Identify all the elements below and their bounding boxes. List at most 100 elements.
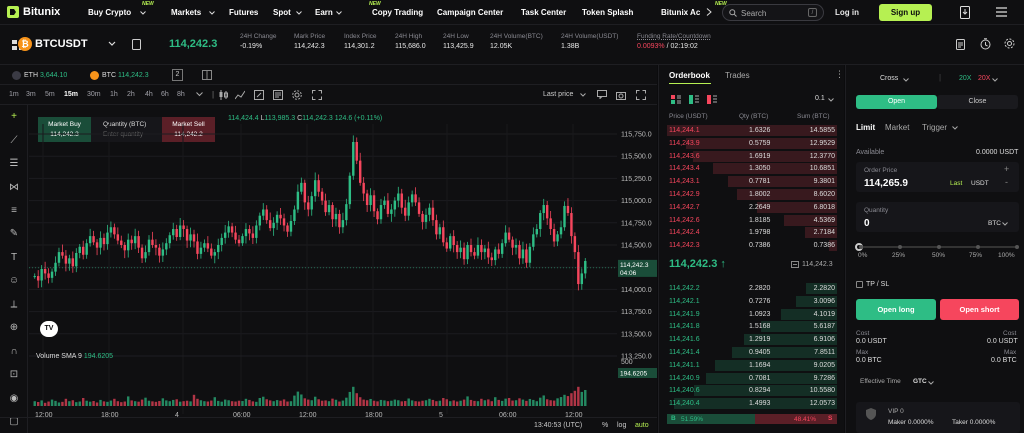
- settings-icon[interactable]: [1004, 38, 1015, 49]
- ask-row[interactable]: 114,242.7 2.2649 6.8018: [659, 201, 845, 214]
- ask-row[interactable]: 114,242.9 1.8002 8.6020: [659, 189, 845, 201]
- nav-chevron-icon[interactable]: [336, 11, 342, 15]
- tab-open[interactable]: Open: [856, 95, 937, 109]
- zoom-in-icon[interactable]: ⊕: [7, 321, 21, 335]
- nav-chevron-icon[interactable]: [140, 11, 146, 15]
- nav-item-8[interactable]: Token Splash: [582, 8, 633, 17]
- timeframe-5m[interactable]: 5m: [45, 91, 55, 98]
- timeframe-30m[interactable]: 30m: [87, 91, 101, 98]
- eth-ticker-label[interactable]: ETH: [24, 72, 38, 79]
- quantity-field[interactable]: Quantity 0 BTC: [856, 202, 1019, 232]
- timeframe-1m[interactable]: 1m: [9, 91, 19, 98]
- bid-row[interactable]: 114,241.9 1.0923 4.1019: [659, 308, 845, 321]
- chart-settings-icon[interactable]: [292, 90, 302, 100]
- book-asks-icon[interactable]: [707, 95, 717, 104]
- order-type-trigger[interactable]: Trigger: [922, 123, 947, 132]
- fullscreen-icon[interactable]: [312, 90, 322, 100]
- chart-fullscreen-icon[interactable]: [636, 90, 646, 100]
- timeframe-8h[interactable]: 8h: [177, 91, 185, 98]
- bid-row[interactable]: 114,241.6 1.2919 6.9106: [659, 334, 845, 346]
- slider-mark[interactable]: 25%: [892, 252, 905, 259]
- template-icon[interactable]: [273, 90, 283, 100]
- percent-toggle[interactable]: %: [602, 422, 608, 429]
- ask-row[interactable]: 114,243.9 0.5759 12.9529: [659, 137, 845, 150]
- bid-row[interactable]: 114,241.1 1.1694 9.0205: [659, 359, 845, 372]
- ask-row[interactable]: 114,242.6 1.8185 4.5369: [659, 214, 845, 227]
- funding-stat[interactable]: Funding Rate/Countdown 0.0093% / 02:19:0…: [637, 33, 711, 50]
- bid-row[interactable]: 114,242.1 0.7276 3.0096: [659, 295, 845, 308]
- effective-time-chevron-icon[interactable]: [928, 381, 934, 385]
- tab-orderbook[interactable]: Orderbook: [669, 71, 710, 80]
- order-type-market[interactable]: Market: [885, 123, 909, 132]
- nav-item-7[interactable]: Task Center: [521, 8, 566, 17]
- nav-item-4[interactable]: Earn: [315, 8, 333, 17]
- bid-row[interactable]: 114,241.4 0.9405 7.8511: [659, 347, 845, 359]
- nav-item-3[interactable]: Spot: [273, 8, 291, 17]
- nav-item-0[interactable]: Buy Crypto: [88, 8, 131, 17]
- crosshair-icon[interactable]: +: [7, 110, 21, 124]
- brand-logo[interactable]: Bitunix: [6, 5, 60, 19]
- price-increment-button[interactable]: +: [1004, 164, 1009, 174]
- log-toggle[interactable]: log: [617, 422, 626, 429]
- effective-time-selector[interactable]: GTC: [913, 378, 927, 385]
- nav-chevron-icon[interactable]: [209, 11, 215, 15]
- quantity-unit[interactable]: BTC: [988, 220, 1001, 227]
- precision-chevron-icon[interactable]: [828, 98, 834, 102]
- layout-icon[interactable]: [202, 70, 212, 80]
- order-type-limit[interactable]: Limit: [856, 123, 875, 132]
- emoji-icon[interactable]: ☺: [7, 274, 21, 288]
- symbol-selector[interactable]: BTCUSDT: [35, 38, 88, 50]
- eye-icon[interactable]: ◉: [7, 392, 21, 406]
- ask-row[interactable]: 114,242.4 1.9798 2.7184: [659, 227, 845, 239]
- nav-item-1[interactable]: Markets: [171, 8, 201, 17]
- price-chart[interactable]: 115,750.0 115,500.0 115,250.0 115,000.0 114,…: [29, 106, 657, 418]
- login-link[interactable]: Log in: [835, 8, 859, 17]
- search-input[interactable]: Search /: [722, 4, 824, 21]
- tpsl-checkbox[interactable]: [856, 281, 863, 288]
- margin-mode-selector[interactable]: Cross: [880, 75, 898, 82]
- leverage-chevron-icon[interactable]: [992, 78, 998, 82]
- timeframe-2h[interactable]: 2h: [127, 91, 135, 98]
- camera-icon[interactable]: [616, 90, 626, 100]
- quantity-unit-chevron-icon[interactable]: [1002, 222, 1008, 226]
- last-price-button[interactable]: Last: [950, 180, 962, 187]
- book-both-icon[interactable]: [671, 95, 681, 104]
- pattern-icon[interactable]: ⋈: [7, 181, 21, 195]
- ask-row[interactable]: 114,243.4 1.3050 10.6851: [659, 163, 845, 175]
- chart-count-badge[interactable]: 2: [172, 69, 183, 81]
- bid-row[interactable]: 114,240.4 1.4993 12.0573: [659, 398, 845, 410]
- brush-icon[interactable]: ✎: [7, 227, 21, 241]
- open-short-button[interactable]: Open short: [940, 299, 1019, 320]
- timer-icon[interactable]: [980, 38, 991, 50]
- candle-type-icon[interactable]: [219, 90, 228, 100]
- book-bids-icon[interactable]: [689, 95, 699, 104]
- nav-item-9[interactable]: Bitunix Ac: [661, 8, 700, 17]
- nav-item-5[interactable]: Copy Trading: [372, 8, 423, 17]
- bid-row[interactable]: 114,241.8 1.5168 5.6187: [659, 321, 845, 333]
- timeframe-more-icon[interactable]: [196, 92, 203, 97]
- ask-row[interactable]: 114,242.3 0.7386 0.7386: [659, 240, 845, 252]
- lock-icon[interactable]: ⊡: [7, 368, 21, 382]
- price-mode-chevron-icon[interactable]: [580, 93, 586, 97]
- timeframe-3m[interactable]: 3m: [26, 91, 36, 98]
- nav-chevron-icon[interactable]: [296, 11, 302, 15]
- quantity-slider[interactable]: [855, 243, 1019, 251]
- menu-icon[interactable]: [996, 7, 1007, 17]
- copy-icon[interactable]: [132, 39, 141, 50]
- leverage-short[interactable]: 20X: [978, 75, 990, 82]
- ask-row[interactable]: 114,243.6 1.6919 12.3770: [659, 150, 845, 163]
- notes-icon[interactable]: [956, 39, 965, 50]
- magnet-icon[interactable]: ∩: [7, 345, 21, 359]
- bid-row[interactable]: 114,240.6 0.8294 10.5580: [659, 385, 845, 397]
- tab-close[interactable]: Close: [937, 95, 1018, 109]
- order-price-field[interactable]: Order Price 114,265.9 Last USDT + -: [856, 162, 1019, 192]
- fib-icon[interactable]: ≡: [7, 204, 21, 218]
- nav-item-6[interactable]: Campaign Center: [437, 8, 503, 17]
- timeframe-4h[interactable]: 4h: [145, 91, 153, 98]
- slider-mark[interactable]: 50%: [932, 252, 945, 259]
- text-tool-icon[interactable]: T: [7, 251, 21, 265]
- fee-card[interactable]: VIP 0 Maker 0.0000% Taker 0.0000%: [856, 402, 1020, 433]
- leverage-long[interactable]: 20X: [959, 75, 971, 82]
- bid-row[interactable]: 114,242.2 2.2820 2.2820: [659, 283, 845, 295]
- slider-mark[interactable]: 100%: [998, 252, 1015, 259]
